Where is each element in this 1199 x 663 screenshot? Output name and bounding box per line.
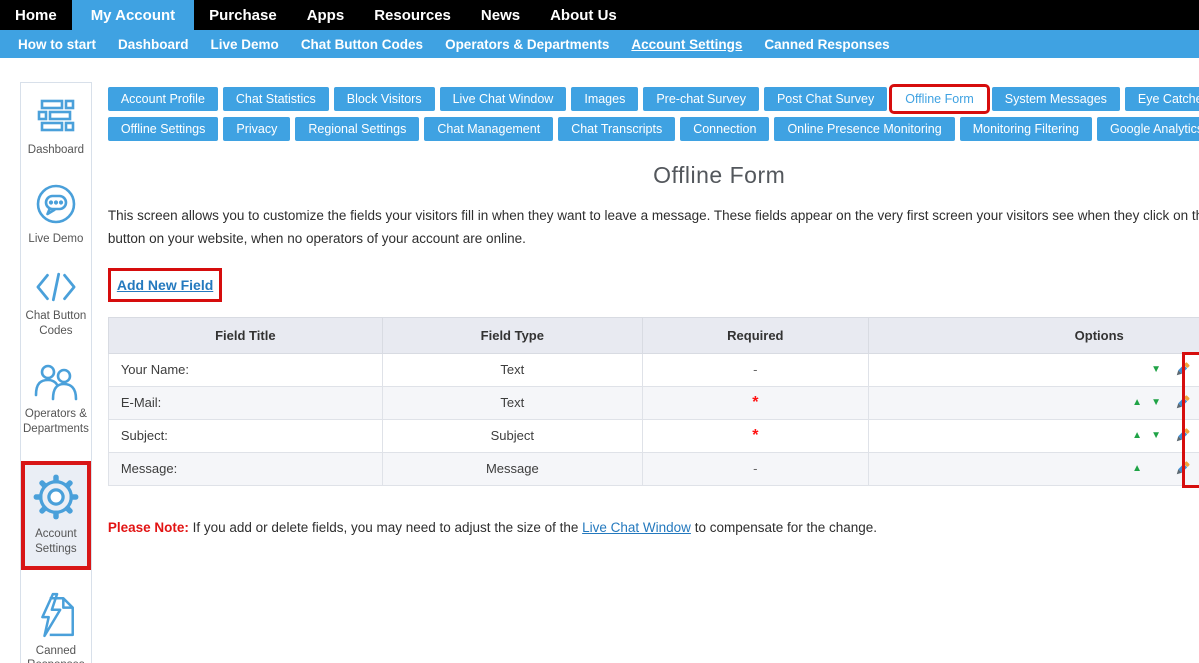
sidebar-item-label: Dashboard xyxy=(28,143,84,158)
tab-monitoring-filtering[interactable]: Monitoring Filtering xyxy=(960,117,1092,141)
field-type-cell: Subject xyxy=(382,419,642,452)
sub-nav-live-demo[interactable]: Live Demo xyxy=(201,37,289,52)
sidebar: Dashboard Live Demo xyxy=(20,82,92,663)
field-type-cell: Message xyxy=(382,452,642,485)
tab-images[interactable]: Images xyxy=(571,87,638,111)
column-header-field-type: Field Type xyxy=(382,317,642,353)
edit-pencil-icon[interactable] xyxy=(1174,394,1191,411)
sidebar-item-account-settings[interactable]: Account Settings xyxy=(21,461,91,570)
field-type-cell: Text xyxy=(382,386,642,419)
sidebar-item-label: Live Demo xyxy=(28,232,83,247)
move-up-icon[interactable]: ▲ xyxy=(1131,464,1144,474)
lightning-document-icon xyxy=(35,592,77,638)
sidebar-item-dashboard[interactable]: Dashboard xyxy=(21,97,91,158)
main-content: Account Profile Chat Statistics Block Vi… xyxy=(108,87,1199,535)
sidebar-item-label: Operators & Departments xyxy=(23,407,89,437)
tab-offline-form[interactable]: Offline Form xyxy=(892,87,987,111)
edit-pencil-icon[interactable] xyxy=(1174,427,1191,444)
tab-post-chat-survey[interactable]: Post Chat Survey xyxy=(764,87,887,111)
field-title-cell: Your Name: xyxy=(108,353,382,386)
move-down-icon[interactable]: ▼ xyxy=(1150,365,1163,375)
top-nav-apps[interactable]: Apps xyxy=(292,0,360,30)
edit-pencil-icon[interactable] xyxy=(1174,361,1191,378)
column-header-required: Required xyxy=(642,317,868,353)
tab-connection[interactable]: Connection xyxy=(680,117,769,141)
add-new-field-link[interactable]: Add New Field xyxy=(117,277,213,293)
settings-tabs-row-1: Account Profile Chat Statistics Block Vi… xyxy=(108,87,1199,111)
table-row: Message: Message - ▲ ▼ xyxy=(108,452,1199,485)
sub-nav-account-settings[interactable]: Account Settings xyxy=(621,37,752,52)
tab-regional-settings[interactable]: Regional Settings xyxy=(295,117,419,141)
sidebar-item-operators-departments[interactable]: Operators & Departments xyxy=(21,363,91,437)
gear-icon xyxy=(32,473,80,521)
code-icon xyxy=(33,271,79,303)
top-nav-about-us[interactable]: About Us xyxy=(535,0,632,30)
tab-chat-transcripts[interactable]: Chat Transcripts xyxy=(558,117,675,141)
tab-eye-catcher[interactable]: Eye Catcher xyxy=(1125,87,1199,111)
required-mark: - xyxy=(753,362,757,377)
table-row: Subject: Subject * ▲ ▼ xyxy=(108,419,1199,452)
top-nav-purchase[interactable]: Purchase xyxy=(194,0,292,30)
move-up-icon[interactable]: ▲ xyxy=(1131,398,1144,408)
sub-nav-how-to-start[interactable]: How to start xyxy=(8,37,106,52)
field-title-cell: Subject: xyxy=(108,419,382,452)
tab-chat-management[interactable]: Chat Management xyxy=(424,117,553,141)
column-header-options: Options xyxy=(868,317,1199,353)
note-text-before: If you add or delete fields, you may nee… xyxy=(189,520,582,535)
top-nav-news[interactable]: News xyxy=(466,0,535,30)
note-text-after: to compensate for the change. xyxy=(691,520,877,535)
required-mark: - xyxy=(753,461,757,476)
dashboard-icon xyxy=(35,97,77,137)
top-nav-home[interactable]: Home xyxy=(0,0,72,30)
tab-offline-settings[interactable]: Offline Settings xyxy=(108,117,219,141)
tab-chat-statistics[interactable]: Chat Statistics xyxy=(223,87,329,111)
required-mark: * xyxy=(752,394,758,411)
tab-block-visitors[interactable]: Block Visitors xyxy=(334,87,435,111)
sub-nav-canned-responses[interactable]: Canned Responses xyxy=(754,37,899,52)
chat-bubble-icon xyxy=(34,182,78,226)
move-down-icon[interactable]: ▼ xyxy=(1150,398,1163,408)
table-row: Your Name: Text - ▲ ▼ xyxy=(108,353,1199,386)
sidebar-item-label: Canned Responses xyxy=(23,644,89,663)
tab-online-presence-monitoring[interactable]: Online Presence Monitoring xyxy=(774,117,954,141)
fields-table-wrapper: Field Title Field Type Required Options … xyxy=(108,317,1199,486)
sub-nav-dashboard[interactable]: Dashboard xyxy=(108,37,199,52)
page-title: Offline Form xyxy=(108,162,1199,189)
field-type-cell: Text xyxy=(382,353,642,386)
sub-nav-operators-departments[interactable]: Operators & Departments xyxy=(435,37,619,52)
page-description: This screen allows you to customize the … xyxy=(108,205,1199,251)
note: Please Note: If you add or delete fields… xyxy=(108,520,1199,535)
field-title-cell: E-Mail: xyxy=(108,386,382,419)
settings-tabs-row-2: Offline Settings Privacy Regional Settin… xyxy=(108,117,1199,141)
tab-system-messages[interactable]: System Messages xyxy=(992,87,1120,111)
field-title-cell: Message: xyxy=(108,452,382,485)
table-header-row: Field Title Field Type Required Options xyxy=(108,317,1199,353)
sub-nav: How to start Dashboard Live Demo Chat Bu… xyxy=(0,30,1199,58)
edit-pencil-icon[interactable] xyxy=(1174,460,1191,477)
tab-google-analytics[interactable]: Google Analytics xyxy=(1097,117,1199,141)
tab-account-profile[interactable]: Account Profile xyxy=(108,87,218,111)
tab-privacy[interactable]: Privacy xyxy=(223,117,290,141)
required-mark: * xyxy=(752,427,758,444)
move-up-icon[interactable]: ▲ xyxy=(1131,431,1144,441)
fields-table: Field Title Field Type Required Options … xyxy=(108,317,1199,486)
tab-pre-chat-survey[interactable]: Pre-chat Survey xyxy=(643,87,759,111)
sub-nav-chat-button-codes[interactable]: Chat Button Codes xyxy=(291,37,433,52)
tab-live-chat-window[interactable]: Live Chat Window xyxy=(440,87,567,111)
sidebar-item-chat-button-codes[interactable]: Chat Button Codes xyxy=(21,271,91,339)
top-nav: Home My Account Purchase Apps Resources … xyxy=(0,0,1199,30)
sidebar-item-live-demo[interactable]: Live Demo xyxy=(21,182,91,247)
sidebar-item-canned-responses[interactable]: Canned Responses xyxy=(21,592,91,663)
people-icon xyxy=(33,363,79,401)
note-label: Please Note: xyxy=(108,520,189,535)
top-nav-resources[interactable]: Resources xyxy=(359,0,466,30)
sidebar-item-label: Chat Button Codes xyxy=(23,309,89,339)
move-down-icon[interactable]: ▼ xyxy=(1150,431,1163,441)
table-row: E-Mail: Text * ▲ ▼ xyxy=(108,386,1199,419)
live-chat-window-link[interactable]: Live Chat Window xyxy=(582,520,691,535)
sidebar-item-label: Account Settings xyxy=(27,527,85,557)
top-nav-my-account[interactable]: My Account xyxy=(72,0,194,30)
column-header-field-title: Field Title xyxy=(108,317,382,353)
